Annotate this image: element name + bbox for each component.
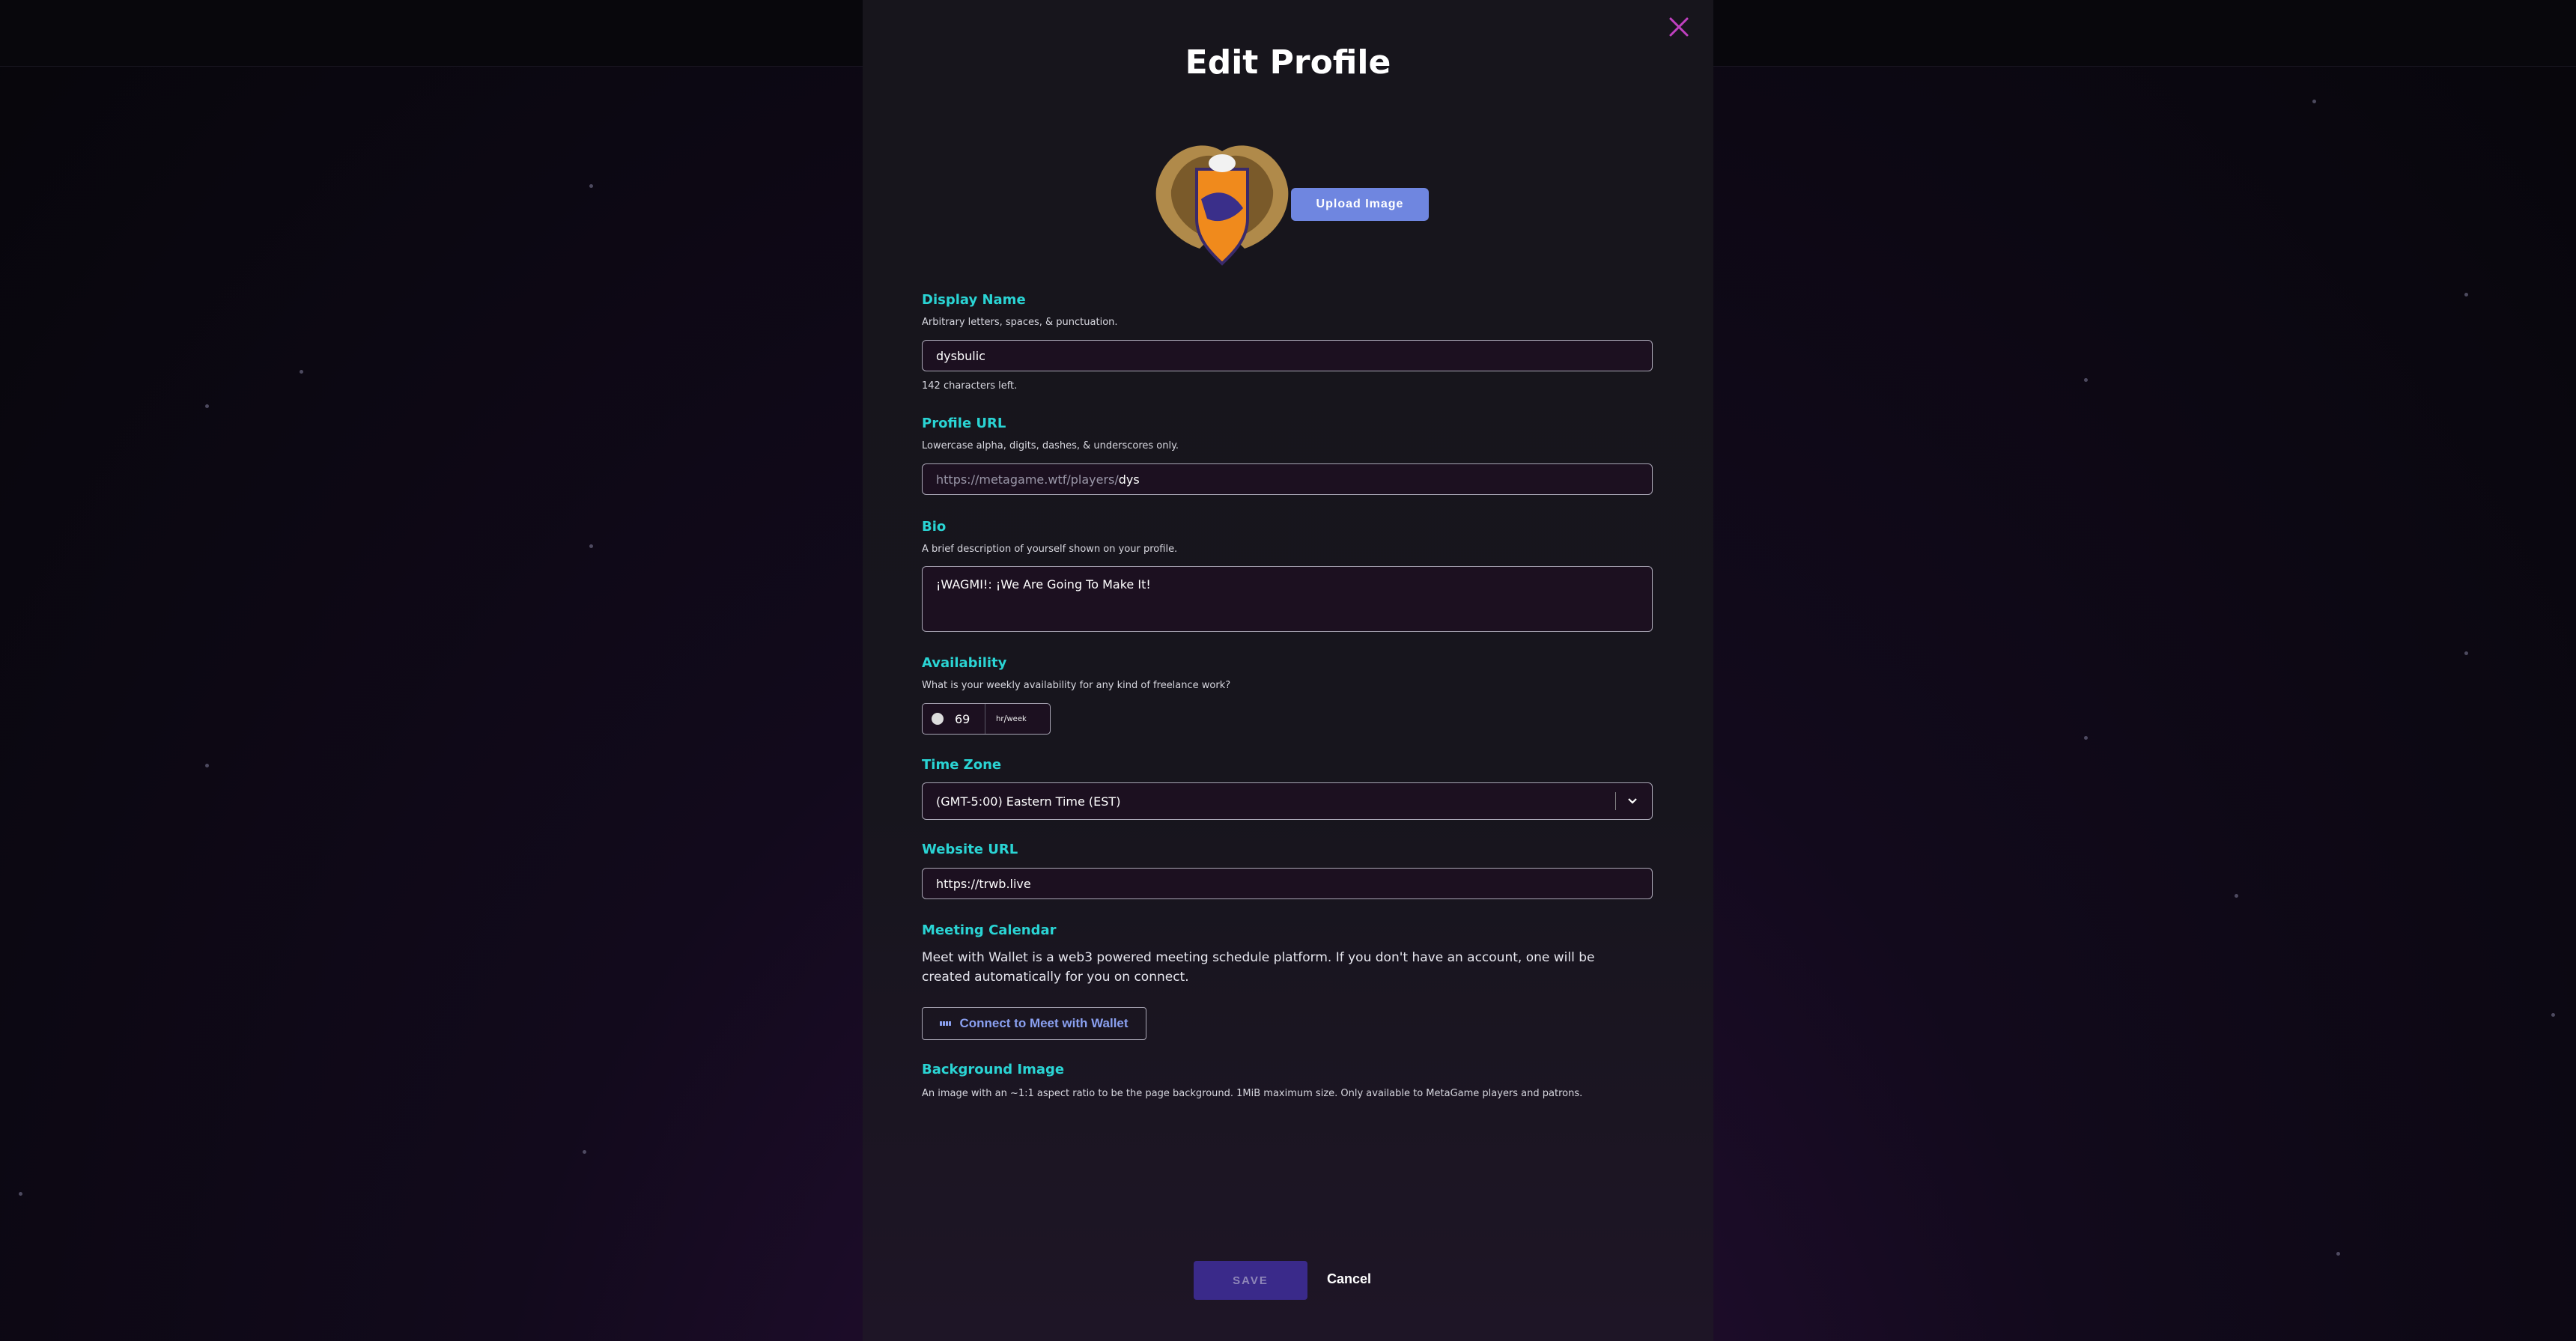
profile-url-input[interactable]: https://metagame.wtf/players/ dys <box>922 463 1653 495</box>
background-star <box>2336 1252 2340 1256</box>
profile-url-value: dys <box>1118 472 1140 487</box>
background-star <box>2312 100 2316 103</box>
meeting-calendar-label: Meeting Calendar <box>922 922 1057 938</box>
background-image-help: An image with an ~1:1 aspect ratio to be… <box>922 1088 1583 1099</box>
meet-with-wallet-icon <box>940 1021 952 1026</box>
edit-profile-modal: Edit Profile Upload Image Display Name A… <box>863 0 1713 1341</box>
background-star <box>300 370 303 374</box>
background-star <box>2084 378 2088 382</box>
background-star <box>589 184 593 188</box>
availability-unit: hr / week <box>985 704 1037 734</box>
background-star <box>205 764 209 767</box>
display-name-input[interactable]: dysbulic <box>922 340 1653 371</box>
time-zone-dropdown[interactable] <box>1615 792 1638 810</box>
unit-week: week <box>1006 714 1027 723</box>
chevron-down-icon <box>1628 798 1637 804</box>
background-star <box>583 1150 586 1154</box>
cancel-button[interactable]: Cancel <box>1327 1271 1371 1287</box>
close-icon <box>1669 17 1689 37</box>
time-zone-value: (GMT-5:00) Eastern Time (EST) <box>936 794 1121 809</box>
bio-label: Bio <box>922 519 947 535</box>
select-separator <box>1615 792 1616 810</box>
time-zone-label: Time Zone <box>922 757 1002 773</box>
background-star <box>2235 894 2238 898</box>
background-star <box>2464 293 2468 297</box>
close-button[interactable] <box>1665 13 1692 40</box>
background-image-label: Background Image <box>922 1062 1065 1077</box>
website-url-input[interactable]: https://trwb.live <box>922 868 1653 899</box>
display-name-remaining: 142 characters left. <box>922 380 1018 392</box>
profile-url-help: Lowercase alpha, digits, dashes, & under… <box>922 440 1179 451</box>
website-url-label: Website URL <box>922 842 1018 857</box>
background-star <box>2551 1013 2555 1017</box>
availability-value: 69 <box>955 711 970 726</box>
display-name-label: Display Name <box>922 292 1026 308</box>
unit-hr: hr <box>996 714 1004 723</box>
modal-title: Edit Profile <box>1185 43 1391 82</box>
background-star <box>2084 736 2088 740</box>
profile-url-prefix: https://metagame.wtf/players/ <box>936 472 1119 487</box>
time-zone-select[interactable]: (GMT-5:00) Eastern Time (EST) <box>922 782 1653 820</box>
background-star <box>2464 651 2468 655</box>
bio-value: ¡WAGMI!: ¡We Are Going To Make It! <box>936 577 1151 592</box>
clock-icon <box>932 713 944 725</box>
bio-help: A brief description of yourself shown on… <box>922 544 1178 555</box>
connect-meet-with-wallet-button[interactable]: Connect to Meet with Wallet <box>922 1007 1146 1040</box>
eagle-head-icon <box>1209 154 1236 172</box>
availability-help: What is your weekly availability for any… <box>922 680 1231 691</box>
profile-url-label: Profile URL <box>922 416 1006 431</box>
website-url-value: https://trwb.live <box>936 876 1031 891</box>
connect-label: Connect to Meet with Wallet <box>959 1016 1128 1030</box>
display-name-help: Arbitrary letters, spaces, & punctuation… <box>922 317 1118 328</box>
background-star <box>589 544 593 548</box>
profile-avatar[interactable] <box>1147 136 1297 271</box>
background-star <box>19 1192 22 1196</box>
meeting-calendar-description: Meet with Wallet is a web3 powered meeti… <box>922 950 1595 985</box>
save-button[interactable]: SAVE <box>1194 1261 1307 1300</box>
upload-image-button[interactable]: Upload Image <box>1291 188 1429 221</box>
availability-input[interactable]: 69 hr / week <box>922 703 1051 735</box>
bio-textarea[interactable]: ¡WAGMI!: ¡We Are Going To Make It! <box>922 566 1653 632</box>
display-name-value: dysbulic <box>936 348 985 363</box>
background-star <box>205 404 209 408</box>
availability-label: Availability <box>922 655 1007 671</box>
